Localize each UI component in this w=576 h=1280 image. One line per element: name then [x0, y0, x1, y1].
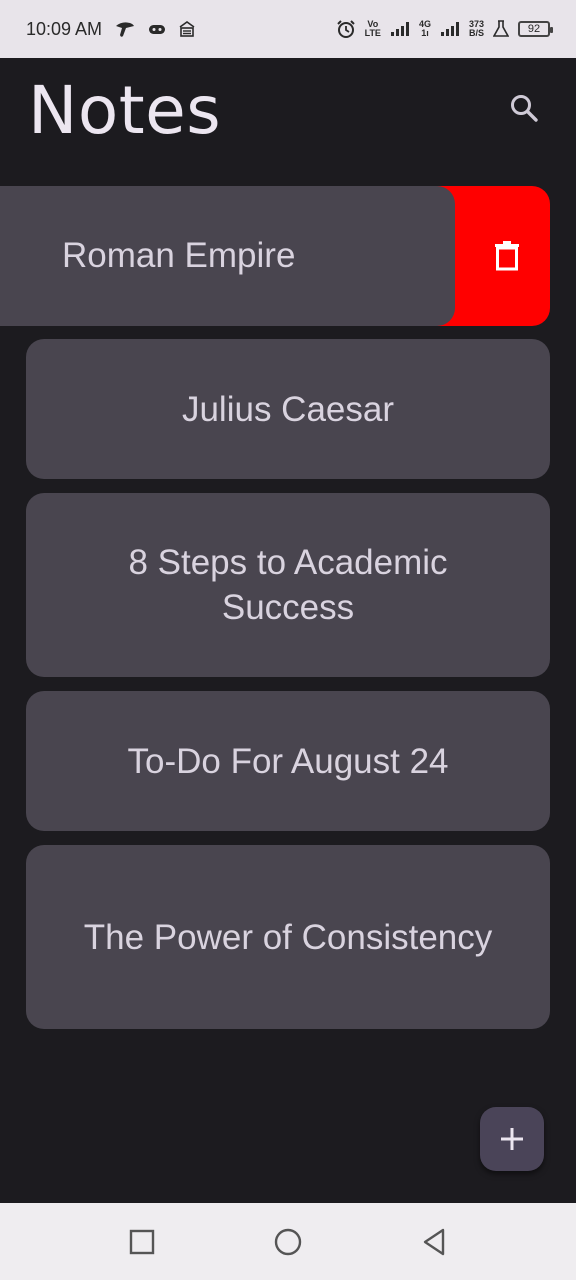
search-icon: [511, 95, 538, 122]
alarm-icon: [336, 19, 356, 39]
note-title: Roman Empire: [62, 236, 296, 275]
note-card[interactable]: To-Do For August 24: [26, 691, 550, 831]
volte-indicator: Vo LTE: [365, 20, 381, 38]
battery-icon: 92: [518, 21, 553, 37]
recents-button[interactable]: [124, 1224, 160, 1260]
note-title: 8 Steps to Academic Success: [128, 543, 448, 627]
search-button[interactable]: [504, 88, 544, 128]
flask-icon: [493, 20, 509, 38]
note-card[interactable]: Julius Caesar: [26, 339, 550, 479]
note-card[interactable]: 8 Steps to Academic Success: [26, 493, 550, 677]
net-speed-unit: B/S: [468, 28, 484, 38]
page-title: Notes: [28, 72, 222, 149]
back-button[interactable]: [416, 1224, 452, 1260]
network-type-bottom: 1ı: [421, 28, 429, 38]
note-title: The Power of Consistency: [83, 917, 493, 957]
telenor-icon: [114, 20, 136, 38]
back-triangle-icon: [423, 1228, 445, 1255]
note-title: To-Do For August 24: [127, 741, 449, 781]
signal-bars-icon: [390, 21, 410, 37]
signal-bars-icon: [440, 21, 460, 37]
note-row-swiped[interactable]: Roman Empire: [0, 186, 550, 326]
battery-level: 92: [527, 23, 541, 35]
note-title: Julius Caesar: [181, 389, 395, 429]
note-card[interactable]: Roman Empire: [0, 186, 455, 326]
status-time: 10:09 AM: [26, 18, 103, 39]
vpn-key-icon: [178, 20, 196, 38]
add-note-button[interactable]: [480, 1107, 544, 1171]
plus-icon: [501, 1128, 523, 1150]
status-bar: 10:09 AM Vo LTE 4G 1ı 373 B/S 92: [0, 0, 576, 58]
recents-square-icon: [129, 1229, 155, 1254]
note-card[interactable]: The Power of Consistency: [26, 845, 550, 1029]
home-button[interactable]: [270, 1224, 306, 1260]
net-speed: 373 B/S: [469, 20, 484, 38]
system-nav-bar: [0, 1203, 576, 1280]
network-type: 4G 1ı: [419, 20, 431, 38]
home-circle-icon: [274, 1228, 302, 1255]
trash-icon: [495, 241, 519, 271]
volte-bottom: LTE: [364, 28, 381, 38]
game-controller-icon: [148, 22, 166, 36]
